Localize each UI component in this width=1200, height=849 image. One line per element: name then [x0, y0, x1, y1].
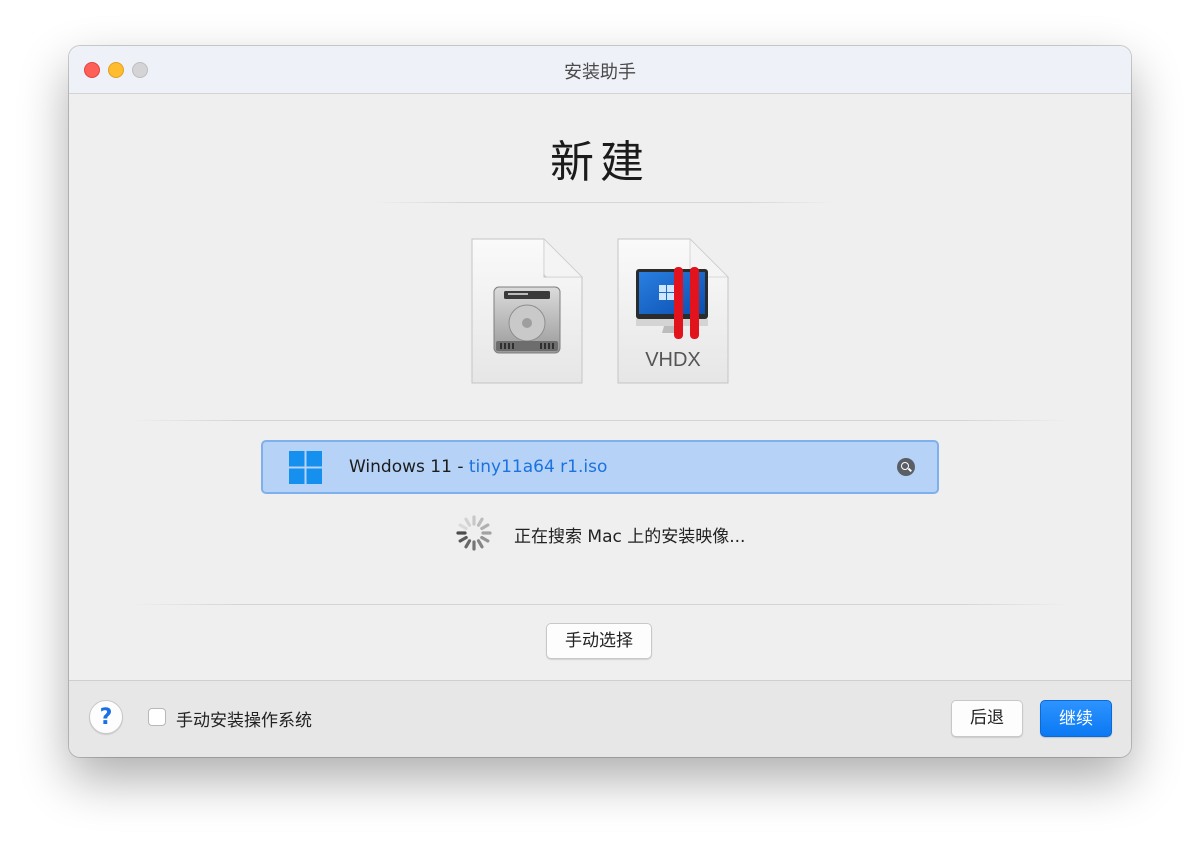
vhdx-file-icon[interactable]: VHDX	[616, 237, 730, 385]
manual-select-button[interactable]: 手动选择	[546, 623, 652, 659]
manual-install-checkbox[interactable]	[148, 708, 166, 726]
help-icon[interactable]: ?	[89, 700, 123, 734]
heading-divider	[374, 202, 834, 203]
spinner-icon	[454, 513, 494, 553]
search-status-text: 正在搜索 Mac 上的安装映像...	[514, 527, 746, 547]
source-label: Windows 11 - tiny11a64 r1.iso	[349, 457, 607, 477]
back-button[interactable]: 后退	[951, 700, 1023, 737]
iso-file-name[interactable]: tiny11a64 r1.iso	[469, 457, 608, 477]
os-separator: -	[451, 457, 469, 477]
window-title: 安装助手	[564, 62, 636, 83]
vhdx-label: VHDX	[645, 349, 701, 371]
detected-os-source-row[interactable]: Windows 11 - tiny11a64 r1.iso	[261, 440, 939, 494]
manual-install-checkbox-label[interactable]: 手动安装操作系统	[176, 706, 312, 731]
windows-logo-icon	[289, 451, 322, 484]
title-bar: 安装助手	[69, 46, 1131, 94]
installation-assistant-window: 安装助手 新建 VHDX Windows 11 - tiny11a64 r1.i…	[69, 46, 1131, 757]
os-name: Windows 11	[349, 457, 452, 477]
continue-button[interactable]: 继续	[1040, 700, 1112, 737]
hard-disk-image-icon[interactable]	[470, 237, 584, 385]
page-heading: 新建	[550, 137, 650, 188]
icons-divider	[129, 420, 1071, 421]
search-icon[interactable]	[897, 458, 915, 476]
footer-bar: ? 手动安装操作系统 后退 继续	[69, 680, 1131, 757]
status-divider	[129, 604, 1071, 605]
